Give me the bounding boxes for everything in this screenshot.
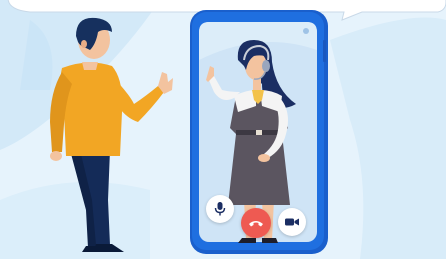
video-call-illustration <box>0 0 446 259</box>
video-camera-icon <box>285 218 299 226</box>
microphone-icon <box>214 202 226 216</box>
mute-button[interactable] <box>206 195 234 223</box>
call-controls <box>0 0 446 259</box>
hang-up-button[interactable] <box>241 208 271 238</box>
camera-button[interactable] <box>278 208 306 236</box>
phone-hangup-icon <box>249 221 263 227</box>
